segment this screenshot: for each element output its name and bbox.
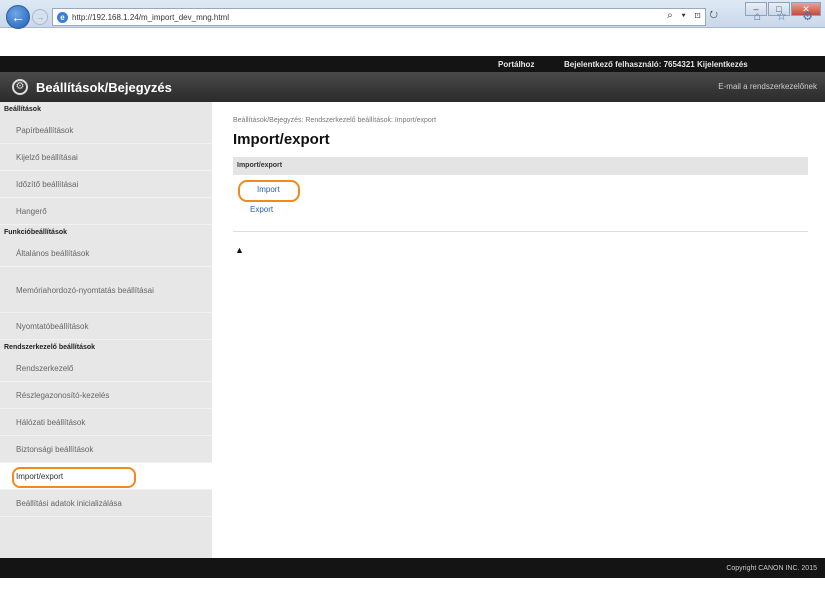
browser-logo-icon: e	[57, 11, 68, 23]
sidebar-item-volume[interactable]: Hangerő	[0, 198, 212, 225]
sidebar-item-network[interactable]: Hálózati beállítások	[0, 409, 212, 436]
sidebar-item-printer[interactable]: Nyomtatóbeállítások	[0, 313, 212, 340]
sidebar: Beállítások Papírbeállítások Kijelző beá…	[0, 102, 212, 558]
sidebar-section-title: Beállítások	[4, 106, 41, 113]
sidebar-item-system-manager[interactable]: Rendszerkezelő	[0, 355, 212, 382]
divider	[233, 231, 808, 232]
address-actions[interactable]: ⌕ ▾ ⊡ ↻	[667, 10, 721, 21]
export-link[interactable]: Export	[250, 205, 273, 214]
address-bar[interactable]: e http://192.168.1.24/m_import_dev_mng.h…	[52, 8, 706, 26]
page-header-title: Beállítások/Bejegyzés	[36, 80, 172, 95]
settings-gear-icon: ⚙	[12, 79, 28, 95]
sidebar-item-security[interactable]: Biztonsági beállítások	[0, 436, 212, 463]
home-star-gear-icons[interactable]: ⌂ ☆ ⚙	[754, 9, 819, 23]
breadcrumb: Beállítások/Bejegyzés: Rendszerkezelő be…	[233, 117, 437, 124]
highlight-outline	[238, 180, 300, 202]
sidebar-item-paper[interactable]: Papírbeállítások	[0, 117, 212, 144]
sidebar-item-display[interactable]: Kijelző beállításai	[0, 144, 212, 171]
top-bar: Portálhoz Bejelentkező felhasználó: 7654…	[0, 56, 825, 72]
portal-link[interactable]: Portálhoz	[498, 60, 534, 69]
sidebar-item-initialize[interactable]: Beállítási adatok inicializálása	[0, 490, 212, 517]
copyright: Copyright CANON INC. 2015	[726, 565, 817, 572]
forward-arrow-icon[interactable]: →	[32, 9, 48, 25]
email-admin-link[interactable]: E-mail a rendszerkezelőnek	[718, 82, 817, 91]
sidebar-section-title: Funkcióbeállítások	[4, 229, 68, 236]
sidebar-item-timer[interactable]: Időzítő beállításai	[0, 171, 212, 198]
login-info[interactable]: Bejelentkező felhasználó: 7654321 Kijele…	[564, 60, 748, 69]
sidebar-item-general[interactable]: Általános beállítások	[0, 240, 212, 267]
sidebar-item-import-export[interactable]: Import/export	[0, 463, 212, 490]
page-title: Import/export	[233, 131, 330, 148]
url-text: http://192.168.1.24/m_import_dev_mng.htm…	[72, 12, 229, 22]
sidebar-section-title: Rendszerkezelő beállítások	[4, 344, 96, 351]
footer	[0, 558, 825, 578]
back-arrow-icon[interactable]: ←	[6, 5, 30, 29]
highlight-outline	[12, 467, 136, 488]
sidebar-item-media-print[interactable]: Memóriahordozó-nyomtatás beállításai	[0, 267, 212, 313]
sidebar-item-department-id[interactable]: Részlegazonosító-kezelés	[0, 382, 212, 409]
section-header: Import/export	[233, 157, 808, 175]
back-to-top-icon[interactable]: ▲	[235, 245, 244, 255]
